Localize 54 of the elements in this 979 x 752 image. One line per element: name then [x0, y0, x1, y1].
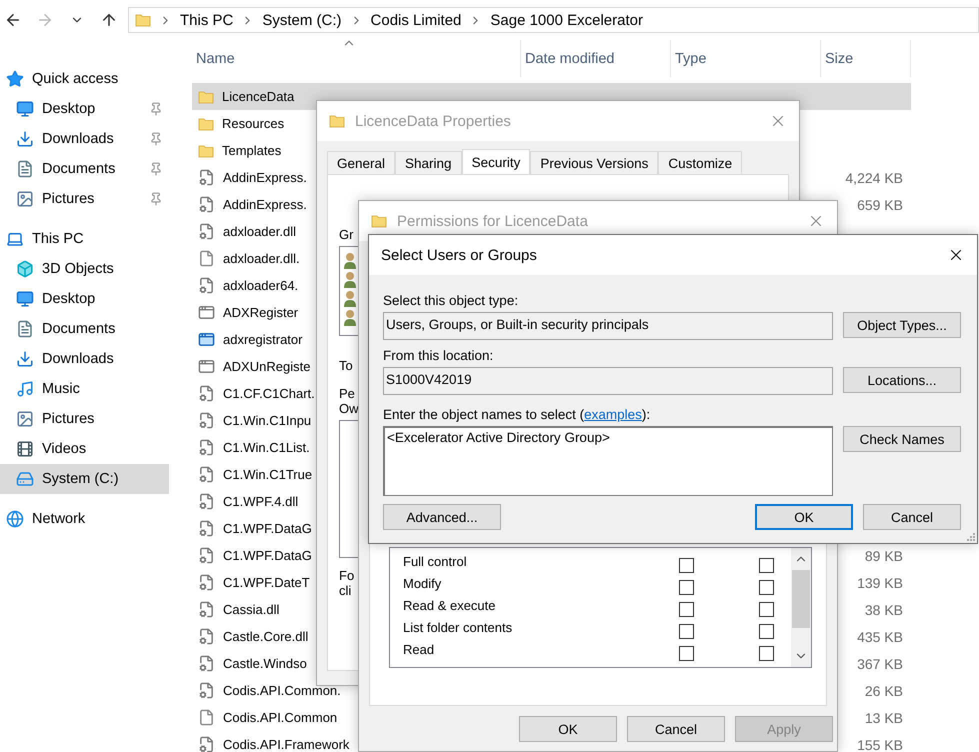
file-name: C1.Win.C1True	[223, 467, 312, 482]
file-size: 13 KB	[864, 710, 904, 726]
file-size: 26 KB	[864, 682, 904, 698]
file-size: 89 KB	[864, 548, 904, 564]
file-size: 38 KB	[864, 602, 904, 618]
object-names-label: Enter the object names to select (examples):	[383, 407, 652, 422]
permission-name: List folder contents	[403, 620, 514, 635]
location-field: S1000V42019	[383, 367, 833, 395]
window-title: Select Users or Groups	[381, 246, 538, 264]
window-title: Permissions for LicenceData	[397, 212, 589, 230]
file-name: C1.Win.C1Inpu	[223, 413, 312, 428]
file-name: Cassia.dll	[223, 602, 280, 617]
permission-name: Read	[403, 642, 436, 657]
to-label: To	[339, 358, 353, 373]
object-type-label: Select this object type:	[383, 293, 520, 308]
file-name: AddinExpress.	[223, 170, 307, 185]
file-name: ADXRegister	[223, 305, 298, 320]
file-name: adxloader64.	[223, 278, 298, 293]
file-name: Templates	[222, 143, 282, 158]
file-name: adxloader.dll.	[223, 251, 300, 266]
group-label: Gr	[339, 227, 354, 242]
file-size: 367 KB	[856, 656, 904, 672]
window-title: LicenceData Properties	[355, 112, 512, 130]
object-type-field: Users, Groups, or Built-in security principals	[383, 312, 833, 340]
file-name: AddinExpress.	[223, 197, 307, 212]
file-name: adxregistrator	[223, 332, 302, 347]
file-name: Resources	[222, 116, 284, 131]
file-name: Codis.API.Framework	[223, 737, 350, 752]
file-size: 139 KB	[856, 574, 904, 590]
footer-label: Fo	[339, 568, 354, 583]
file-name: LicenceData	[222, 89, 294, 104]
file-size: 435 KB	[856, 628, 904, 644]
file-name: C1.WPF.DataG	[223, 548, 312, 563]
file-size: 4,224 KB	[844, 170, 904, 186]
file-name: Codis.API.Common	[223, 710, 338, 725]
file-name: C1.CF.C1Chart.	[223, 386, 315, 401]
file-name: C1.WPF.4.dll	[223, 494, 298, 509]
file-name: Castle.Core.dll	[223, 629, 308, 644]
file-name: ADXUnRegiste	[223, 359, 310, 374]
file-size: 659 KB	[856, 196, 904, 212]
file-name: adxloader.dll	[223, 224, 296, 239]
permission-name: Modify	[403, 576, 442, 591]
permissions-label: Pe	[339, 386, 355, 401]
file-name: Codis.API.Common.	[223, 683, 341, 698]
permissions-label: Ow	[339, 401, 358, 416]
footer-label: cli	[339, 583, 352, 598]
file-name: C1.WPF.DataG	[223, 521, 312, 536]
permission-name: Full control	[403, 554, 468, 569]
file-size: 155 KB	[856, 736, 904, 752]
permission-name: Read & execute	[403, 598, 497, 613]
file-name: Castle.Windso	[223, 656, 307, 671]
file-name: C1.WPF.DateT	[223, 575, 310, 590]
file-name: C1.Win.C1List.	[223, 440, 310, 455]
location-label: From this location:	[383, 348, 494, 363]
